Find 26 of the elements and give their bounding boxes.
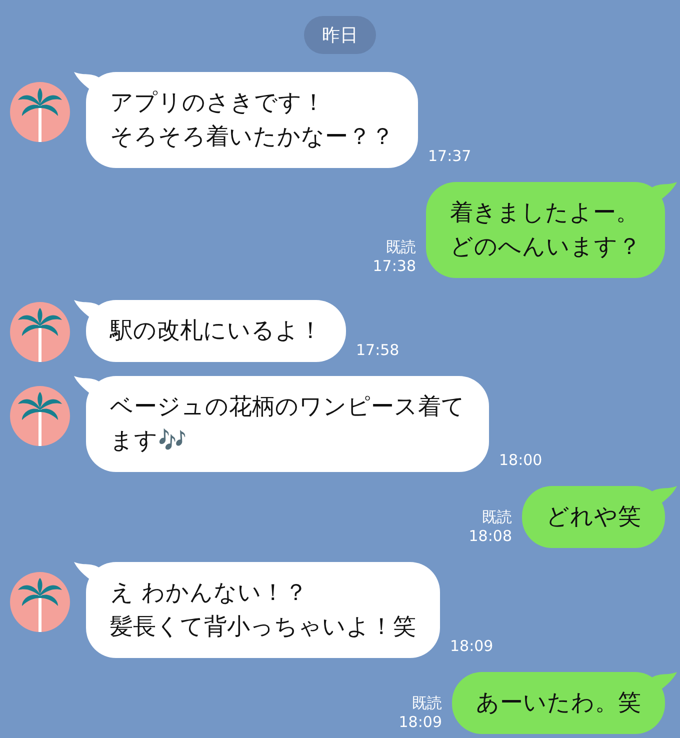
message-time: 18:00: [499, 451, 542, 470]
read-receipt: 既読: [386, 238, 416, 257]
message-text: アプリのさきです！: [110, 89, 325, 118]
message-time: 18:09: [450, 637, 494, 656]
message-text: 髪長くて背小っちゃいよ！笑: [110, 613, 416, 642]
message-time: 18:08: [468, 527, 512, 546]
palm-tree-avatar-icon[interactable]: [10, 386, 70, 446]
palm-tree-avatar-icon[interactable]: [10, 302, 70, 362]
message-time: 18:09: [398, 713, 442, 732]
message-text: え わかんない！？: [110, 579, 308, 608]
message-time: 17:37: [428, 147, 472, 166]
read-receipt: 既読: [482, 508, 512, 527]
message-text: ます🎶: [110, 427, 187, 456]
message-text: 着きましたよー。: [450, 199, 639, 228]
message-text: そろそろ着いたかなー？？: [110, 123, 394, 152]
message-time: 17:38: [372, 257, 416, 276]
message-time: 17:58: [356, 341, 400, 360]
palm-tree-avatar-icon[interactable]: [10, 572, 70, 632]
date-label: 昨日: [304, 16, 376, 54]
read-receipt: 既読: [412, 694, 442, 713]
message-text: ベージュの花柄のワンピース着て: [110, 393, 465, 422]
message-text: あーいたわ。笑: [476, 689, 641, 718]
message-text: 駅の改札にいるよ！: [110, 317, 322, 346]
message-text: どれや笑: [546, 503, 641, 532]
palm-tree-avatar-icon[interactable]: [10, 82, 70, 142]
message-text: どのへんいます？: [450, 233, 641, 262]
